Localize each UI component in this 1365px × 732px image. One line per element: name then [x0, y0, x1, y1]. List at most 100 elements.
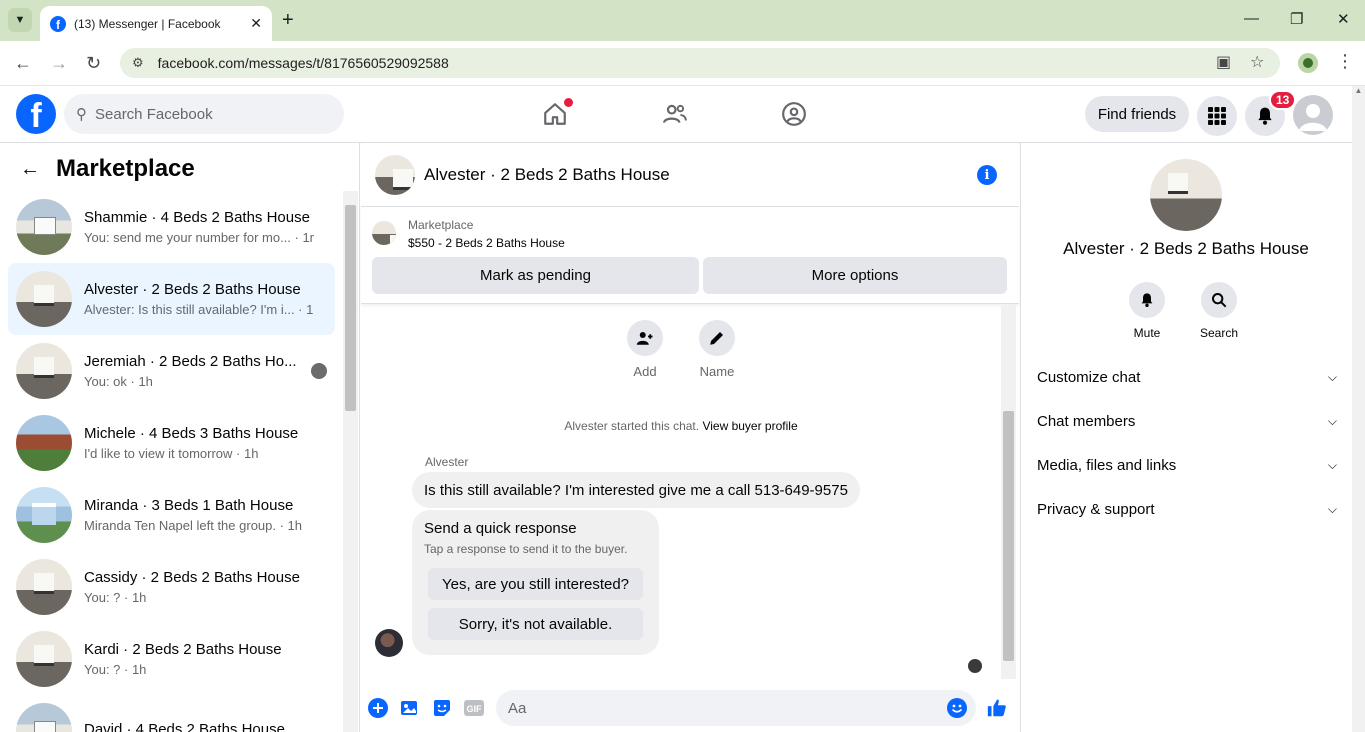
- quick-reply-no-button[interactable]: Sorry, it's not available.: [428, 608, 643, 640]
- home-icon[interactable]: [541, 98, 573, 128]
- conversation-item[interactable]: Miranda · 3 Beds 1 Bath House Miranda Ten…: [8, 479, 335, 551]
- browser-menu-icon[interactable]: ⋮: [1336, 51, 1354, 72]
- quick-response-title: Send a quick response: [424, 520, 577, 537]
- media-files-links-row[interactable]: Media, files and links ⌵: [1037, 447, 1337, 483]
- search-input[interactable]: [95, 105, 315, 123]
- conversation-item[interactable]: Shammie · 4 Beds 2 Baths House You: send …: [8, 191, 335, 263]
- started-text: Alvester started this chat.: [564, 419, 700, 433]
- chat-avatar[interactable]: [375, 154, 415, 195]
- install-app-icon[interactable]: ▣: [1216, 48, 1231, 78]
- listing-avatar[interactable]: [1150, 159, 1222, 231]
- quick-response-subtitle: Tap a response to send it to the buyer.: [424, 542, 628, 556]
- browser-profile-icon[interactable]: [1298, 53, 1318, 73]
- search-chat-action[interactable]: Search: [1189, 282, 1249, 340]
- listing-thumbnail[interactable]: [372, 221, 396, 245]
- conversation-item[interactable]: Michele · 4 Beds 3 Baths House I'd like t…: [8, 407, 335, 479]
- message-input[interactable]: [496, 690, 976, 726]
- conversation-item[interactable]: Cassidy · 2 Beds 2 Baths House You: ? · 1…: [8, 551, 335, 623]
- facebook-logo-icon[interactable]: f: [16, 94, 56, 134]
- conversation-name: David · 4 Beds 2 Baths House: [84, 720, 285, 732]
- listing-thumbnail: [16, 271, 72, 327]
- window-close-icon[interactable]: ✕: [1337, 10, 1350, 28]
- pencil-icon[interactable]: [699, 320, 735, 356]
- restore-icon[interactable]: ❐: [1290, 10, 1303, 28]
- emoji-icon[interactable]: [946, 697, 968, 719]
- conversation-snippet: I'd like to view it tomorrow · 1h: [84, 446, 259, 461]
- minimize-icon[interactable]: —: [1244, 10, 1259, 27]
- find-friends-button[interactable]: Find friends: [1085, 96, 1189, 132]
- conversation-name: Kardi · 2 Beds 2 Baths House: [84, 641, 282, 658]
- menu-grid-icon[interactable]: [1197, 96, 1237, 136]
- view-buyer-profile-link[interactable]: View buyer profile: [702, 419, 797, 433]
- page-scrollbar[interactable]: ▲: [1352, 86, 1365, 732]
- mark-pending-button[interactable]: Mark as pending: [372, 257, 699, 294]
- forward-icon[interactable]: →: [50, 53, 68, 74]
- chat-scroll-thumb[interactable]: [1003, 411, 1014, 661]
- listing-price[interactable]: $550 - 2 Beds 2 Baths House: [408, 236, 565, 250]
- add-person-icon[interactable]: [627, 320, 663, 356]
- groups-icon[interactable]: [780, 100, 808, 128]
- sidebar-scroll-thumb[interactable]: [345, 205, 356, 411]
- bell-icon[interactable]: [1129, 282, 1165, 318]
- browser-tab[interactable]: f (13) Messenger | Facebook ✕: [40, 6, 272, 41]
- read-receipt-avatar: [968, 659, 982, 673]
- chevron-down-icon: ⌵: [1327, 457, 1337, 472]
- add-label: Add: [633, 364, 657, 379]
- conversation-snippet: You: send me your number for mo... · 1m: [84, 230, 314, 245]
- chat-pane: Alvester · 2 Beds 2 Baths House i Market…: [361, 143, 1019, 732]
- marketplace-label: Marketplace: [408, 218, 474, 232]
- chat-title[interactable]: Alvester · 2 Beds 2 Baths House: [424, 165, 670, 185]
- photo-icon[interactable]: [399, 697, 421, 719]
- listing-bar: Marketplace $550 - 2 Beds 2 Baths House …: [361, 207, 1019, 304]
- account-avatar[interactable]: [1293, 95, 1333, 135]
- row-label: Customize chat: [1037, 368, 1141, 386]
- sidebar-scrollbar[interactable]: [343, 191, 358, 732]
- back-arrow-icon[interactable]: ←: [20, 158, 40, 181]
- notifications-bell-icon[interactable]: 13: [1245, 90, 1297, 136]
- quick-reply-yes-button[interactable]: Yes, are you still interested?: [428, 568, 643, 600]
- back-icon[interactable]: ←: [14, 53, 32, 74]
- message-bubble[interactable]: Is this still available? I'm interested …: [412, 472, 860, 508]
- chat-details-pane: Alvester · 2 Beds 2 Baths House Mute Sea…: [1020, 143, 1352, 732]
- tab-close-icon[interactable]: ✕: [250, 15, 262, 32]
- sidebar-header: ← Marketplace: [20, 155, 195, 183]
- sender-avatar[interactable]: [375, 629, 403, 657]
- site-info-icon[interactable]: ⚙: [132, 55, 144, 71]
- conversation-item[interactable]: Kardi · 2 Beds 2 Baths House You: ? · 1h: [8, 623, 335, 695]
- chat-scrollbar[interactable]: [1001, 305, 1016, 679]
- search-box[interactable]: ⚲: [64, 94, 344, 134]
- listing-thumbnail: [16, 559, 72, 615]
- home-notification-dot: [564, 98, 573, 107]
- conversation-item[interactable]: David · 4 Beds 2 Baths House: [8, 695, 335, 732]
- privacy-support-row[interactable]: Privacy & support ⌵: [1037, 491, 1337, 527]
- listing-thumbnail: [16, 199, 72, 255]
- bookmark-star-icon[interactable]: ☆: [1250, 48, 1264, 78]
- address-bar[interactable]: ⚙ facebook.com/messages/t/81765605290925…: [120, 48, 1280, 78]
- chat-members-row[interactable]: Chat members ⌵: [1037, 403, 1337, 439]
- magnifier-icon[interactable]: [1201, 282, 1237, 318]
- like-thumb-icon[interactable]: [986, 697, 1008, 719]
- more-options-button[interactable]: More options: [703, 257, 1007, 294]
- new-tab-icon[interactable]: +: [282, 9, 294, 31]
- gif-icon[interactable]: GIF: [463, 697, 485, 719]
- listing-thumbnail: [16, 703, 72, 732]
- tab-title: (13) Messenger | Facebook: [74, 16, 221, 31]
- facebook-favicon-icon: f: [50, 15, 66, 32]
- customize-chat-row[interactable]: Customize chat ⌵: [1037, 359, 1337, 395]
- conversation-snippet: You: ? · 1h: [84, 662, 147, 677]
- conversation-snippet: Alvester: Is this still available? I'm i…: [84, 302, 314, 317]
- conversation-item-active[interactable]: Alvester · 2 Beds 2 Baths House Alvester:…: [8, 263, 335, 335]
- conversation-item[interactable]: Jeremiah · 2 Beds 2 Baths Ho... You: ok ·…: [8, 335, 335, 407]
- sticker-icon[interactable]: [431, 697, 453, 719]
- tab-search-icon[interactable]: ▼: [8, 8, 32, 32]
- name-chat-action[interactable]: Name: [692, 320, 742, 379]
- listing-thumbnail: [16, 415, 72, 471]
- more-actions-plus-icon[interactable]: [367, 697, 389, 719]
- friends-icon[interactable]: [661, 100, 689, 128]
- mute-action[interactable]: Mute: [1117, 282, 1177, 340]
- scroll-up-icon[interactable]: ▲: [1352, 86, 1365, 95]
- add-people-action[interactable]: Add: [620, 320, 670, 379]
- chat-header: Alvester · 2 Beds 2 Baths House i: [361, 143, 1019, 207]
- reload-icon[interactable]: ↻: [86, 53, 101, 74]
- info-icon[interactable]: i: [977, 165, 997, 185]
